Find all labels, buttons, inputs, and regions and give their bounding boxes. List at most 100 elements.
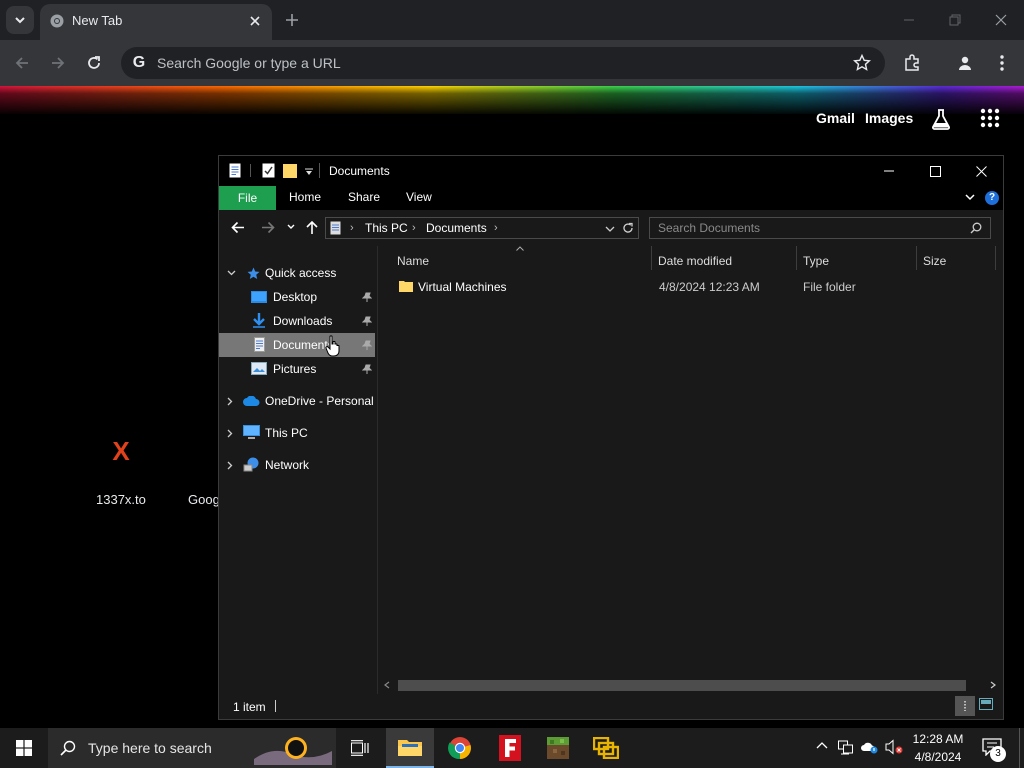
minimize-button[interactable] [869, 159, 909, 183]
nav-downloads[interactable]: Downloads [219, 309, 375, 333]
customize-qat-icon[interactable] [305, 168, 313, 176]
nav-documents[interactable]: Documents [219, 333, 375, 357]
taskbar-file-explorer[interactable] [386, 728, 434, 768]
close-tab-button[interactable] [246, 12, 264, 30]
shortcut-google-label[interactable]: Goog [188, 492, 220, 507]
maximize-button[interactable] [915, 159, 955, 183]
chevron-down-icon [227, 270, 236, 276]
volume-tray-button[interactable] [885, 739, 903, 755]
chrome-menu-button[interactable] [990, 51, 1014, 75]
taskbar-search-placeholder[interactable]: Type here to search [88, 740, 212, 756]
address-history-button[interactable] [605, 226, 615, 232]
pin-icon [362, 340, 372, 350]
nav-pictures[interactable]: Pictures [219, 357, 375, 381]
back-button[interactable] [10, 51, 34, 75]
column-divider[interactable] [651, 246, 652, 270]
arrow-left-icon [15, 57, 28, 69]
clock-date[interactable]: 4/8/2024 [902, 750, 974, 764]
details-view-button[interactable] [955, 696, 975, 716]
large-icons-view-icon [979, 698, 993, 710]
recent-locations-button[interactable] [287, 224, 295, 230]
show-desktop-button[interactable] [1019, 728, 1024, 768]
properties-check-icon[interactable] [262, 163, 275, 178]
onedrive-tray-button[interactable] [861, 740, 879, 754]
images-link[interactable]: Images [865, 110, 913, 126]
taskbar-vmware[interactable] [582, 728, 630, 768]
chevron-down-icon [605, 226, 615, 232]
breadcrumb-separator-icon[interactable]: › [412, 222, 416, 234]
column-size[interactable]: Size [923, 250, 946, 272]
restore-button[interactable] [940, 8, 970, 32]
taskbar-chrome[interactable] [436, 728, 484, 768]
start-button[interactable] [0, 728, 48, 768]
scroll-right-icon[interactable] [990, 681, 996, 689]
column-name[interactable]: Name [397, 250, 429, 272]
column-divider[interactable] [916, 246, 917, 270]
close-window-button[interactable] [986, 8, 1016, 32]
notification-center-button[interactable]: 3 [982, 738, 1006, 762]
tab-search-button[interactable] [6, 6, 34, 34]
nav-network[interactable]: Network [219, 453, 375, 477]
large-icons-view-button[interactable] [979, 698, 993, 710]
profile-button[interactable] [953, 51, 977, 75]
ribbon-tab-home[interactable]: Home [289, 190, 321, 204]
close-button[interactable] [961, 159, 1001, 183]
column-type[interactable]: Type [803, 250, 829, 272]
address-bar[interactable]: › This PC › Documents › [325, 217, 639, 239]
back-button[interactable] [231, 221, 245, 234]
pin-icon [362, 364, 372, 374]
gmail-link[interactable]: Gmail [816, 110, 855, 126]
search-icon[interactable] [970, 222, 982, 234]
help-icon[interactable]: ? [985, 191, 999, 205]
refresh-button[interactable] [622, 222, 634, 234]
ribbon-tab-file[interactable]: File [219, 186, 276, 210]
forward-button[interactable] [261, 221, 275, 234]
chrome-icon [448, 737, 471, 760]
new-folder-icon[interactable] [283, 164, 297, 178]
new-tab-button[interactable] [282, 10, 302, 30]
omnibox-placeholder[interactable]: Search Google or type a URL [157, 55, 341, 71]
network-tray-button[interactable] [838, 739, 855, 755]
search-placeholder[interactable]: Search Documents [658, 221, 760, 235]
breadcrumb-separator-icon[interactable]: › [494, 222, 498, 234]
breadcrumb-this-pc[interactable]: This PC [365, 221, 408, 235]
breadcrumb-separator-icon[interactable]: › [350, 222, 354, 234]
column-divider[interactable] [995, 246, 996, 270]
taskbar-search-box[interactable]: Type here to search [48, 728, 336, 768]
column-date-modified[interactable]: Date modified [658, 250, 732, 272]
table-row[interactable]: Virtual Machines 4/8/2024 12:23 AM File … [378, 276, 998, 298]
shortcut-1337x-icon[interactable]: X [104, 434, 138, 468]
extensions-button[interactable] [900, 51, 924, 75]
google-apps-icon[interactable] [980, 108, 1000, 128]
clock-time[interactable]: 12:28 AM [902, 732, 974, 746]
nav-label: Pictures [273, 362, 317, 376]
tab-new-tab[interactable]: New Tab [40, 4, 272, 40]
show-hidden-icons-button[interactable] [816, 741, 828, 749]
ribbon-tab-view[interactable]: View [406, 190, 432, 204]
chevron-right-icon [227, 397, 233, 406]
horizontal-scrollbar[interactable] [380, 678, 1000, 692]
download-arrow-icon [253, 313, 265, 328]
nav-quick-access[interactable]: Quick access [219, 261, 375, 285]
bookmark-star-icon[interactable] [853, 54, 871, 72]
shortcut-1337x-label[interactable]: 1337x.to [96, 492, 146, 507]
task-view-button[interactable] [336, 728, 384, 768]
scroll-left-icon[interactable] [384, 681, 390, 689]
labs-flask-icon[interactable] [931, 108, 951, 130]
minimize-button[interactable] [894, 8, 924, 32]
nav-desktop[interactable]: Desktop [219, 285, 375, 309]
taskbar-minecraft[interactable] [534, 728, 582, 768]
column-divider[interactable] [796, 246, 797, 270]
scrollbar-thumb[interactable] [398, 680, 966, 691]
taskbar-app-f[interactable] [486, 728, 534, 768]
search-documents-box[interactable]: Search Documents [649, 217, 991, 239]
reload-button[interactable] [82, 51, 106, 75]
ribbon-tab-share[interactable]: Share [348, 190, 380, 204]
expand-ribbon-button[interactable] [965, 194, 975, 201]
forward-button[interactable] [46, 51, 70, 75]
breadcrumb-documents[interactable]: Documents [426, 221, 487, 235]
omnibox[interactable]: G Search Google or type a URL [121, 47, 885, 79]
nav-this-pc[interactable]: This PC [219, 421, 375, 445]
nav-onedrive[interactable]: OneDrive - Personal [219, 389, 375, 413]
up-button[interactable] [306, 220, 318, 235]
